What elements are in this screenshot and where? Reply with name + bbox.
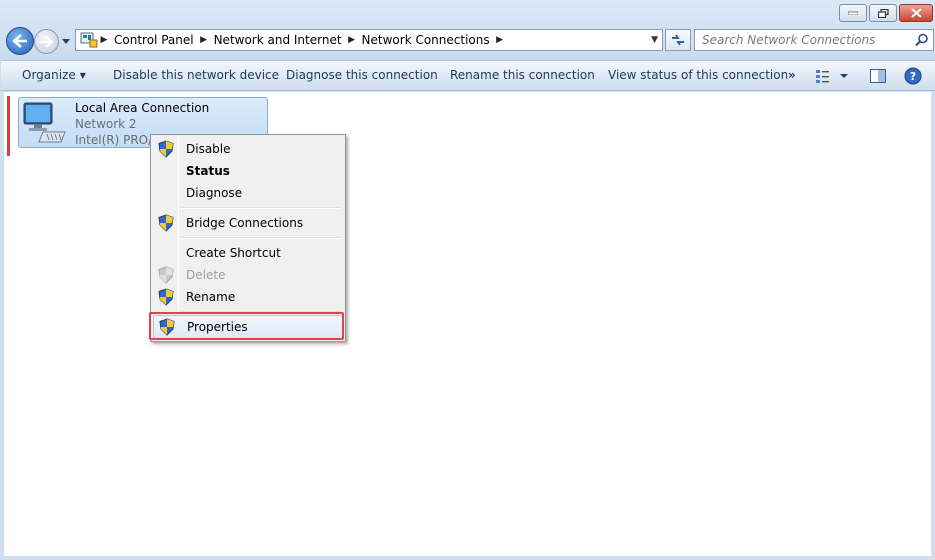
diagnose-connection-button[interactable]: Diagnose this connection [286, 68, 438, 82]
menu-item-disable[interactable]: Disable [153, 138, 343, 160]
svg-text:?: ? [910, 70, 916, 83]
menu-item-label: Rename [186, 290, 236, 304]
maximize-button[interactable] [869, 4, 897, 22]
menu-item-label: Bridge Connections [186, 216, 304, 230]
back-arrow-icon [12, 34, 27, 48]
breadcrumb-separator[interactable]: ▶ [98, 35, 110, 45]
uac-shield-icon [158, 140, 174, 158]
menu-item-label: Status [186, 164, 230, 178]
restore-icon [877, 8, 889, 18]
breadcrumb-separator[interactable]: ▶ [198, 35, 210, 45]
title-bar: ▶ Control Panel ▶ Network and Internet ▶… [0, 0, 935, 60]
view-status-button[interactable]: View status of this connection [608, 68, 788, 82]
navigation-row: ▶ Control Panel ▶ Network and Internet ▶… [4, 26, 934, 56]
preview-pane-icon[interactable] [869, 68, 887, 84]
uac-shield-icon [158, 288, 174, 306]
close-icon [910, 8, 922, 18]
breadcrumb-separator[interactable]: ▶ [494, 35, 506, 45]
recent-pages-dropdown[interactable] [61, 36, 71, 46]
menu-separator [181, 207, 341, 209]
menu-item-label: Create Shortcut [186, 246, 281, 260]
disable-device-button[interactable]: Disable this network device [113, 68, 279, 82]
back-button[interactable] [6, 27, 34, 55]
connections-list[interactable] [4, 92, 931, 556]
uac-shield-icon [158, 214, 174, 232]
window-controls [839, 4, 933, 24]
connection-network: Network 2 [75, 117, 137, 131]
search-icon[interactable] [915, 33, 929, 47]
context-menu: Disable Status Diagnose Bridge Connectio… [150, 134, 346, 342]
window-frame-bottom [0, 556, 935, 560]
close-button[interactable] [899, 4, 933, 22]
refresh-icon [672, 34, 684, 46]
menu-item-status[interactable]: Status [153, 160, 343, 182]
menu-item-bridge-connections[interactable]: Bridge Connections [153, 212, 343, 234]
organize-menu-button[interactable]: Organize ▼ [22, 68, 86, 82]
breadcrumb-separator[interactable]: ▶ [346, 35, 358, 45]
chevron-down-icon: ▼ [79, 71, 86, 80]
breadcrumb-network-and-internet[interactable]: Network and Internet [210, 33, 346, 47]
forward-arrow-icon [40, 35, 54, 48]
menu-item-label: Diagnose [186, 186, 243, 200]
change-view-button[interactable] [815, 68, 851, 84]
minimize-button[interactable] [839, 4, 867, 22]
menu-item-label: Disable [186, 142, 231, 156]
window-frame-right [931, 91, 935, 560]
organize-label: Organize [22, 68, 76, 82]
menu-item-delete[interactable]: Delete [153, 264, 343, 286]
address-bar[interactable]: ▶ Control Panel ▶ Network and Internet ▶… [75, 29, 663, 51]
annotation-marker [7, 96, 10, 156]
help-icon[interactable]: ? [904, 67, 922, 85]
breadcrumb-control-panel[interactable]: Control Panel [110, 33, 198, 47]
minimize-icon [848, 11, 858, 15]
more-commands-button[interactable]: » [788, 68, 796, 82]
address-history-dropdown-icon[interactable]: ▼ [651, 35, 658, 45]
search-box[interactable] [694, 29, 934, 51]
connection-name: Local Area Connection [75, 101, 210, 115]
window-frame-left [0, 91, 4, 560]
rename-connection-button[interactable]: Rename this connection [450, 68, 595, 82]
menu-item-create-shortcut[interactable]: Create Shortcut [153, 242, 343, 264]
network-adapter-icon [23, 102, 66, 143]
menu-item-diagnose[interactable]: Diagnose [153, 182, 343, 204]
control-panel-icon [80, 32, 98, 48]
uac-shield-icon [158, 266, 174, 284]
menu-item-label: Delete [186, 268, 226, 282]
forward-button[interactable] [34, 29, 59, 54]
properties-highlight-annotation [149, 312, 344, 340]
command-bar: Organize ▼ Disable this network device Di… [1, 60, 935, 91]
search-input[interactable] [695, 30, 909, 50]
breadcrumb-network-connections[interactable]: Network Connections [358, 33, 494, 47]
menu-separator [181, 237, 341, 239]
refresh-button[interactable] [665, 29, 691, 51]
menu-item-rename[interactable]: Rename [153, 286, 343, 308]
